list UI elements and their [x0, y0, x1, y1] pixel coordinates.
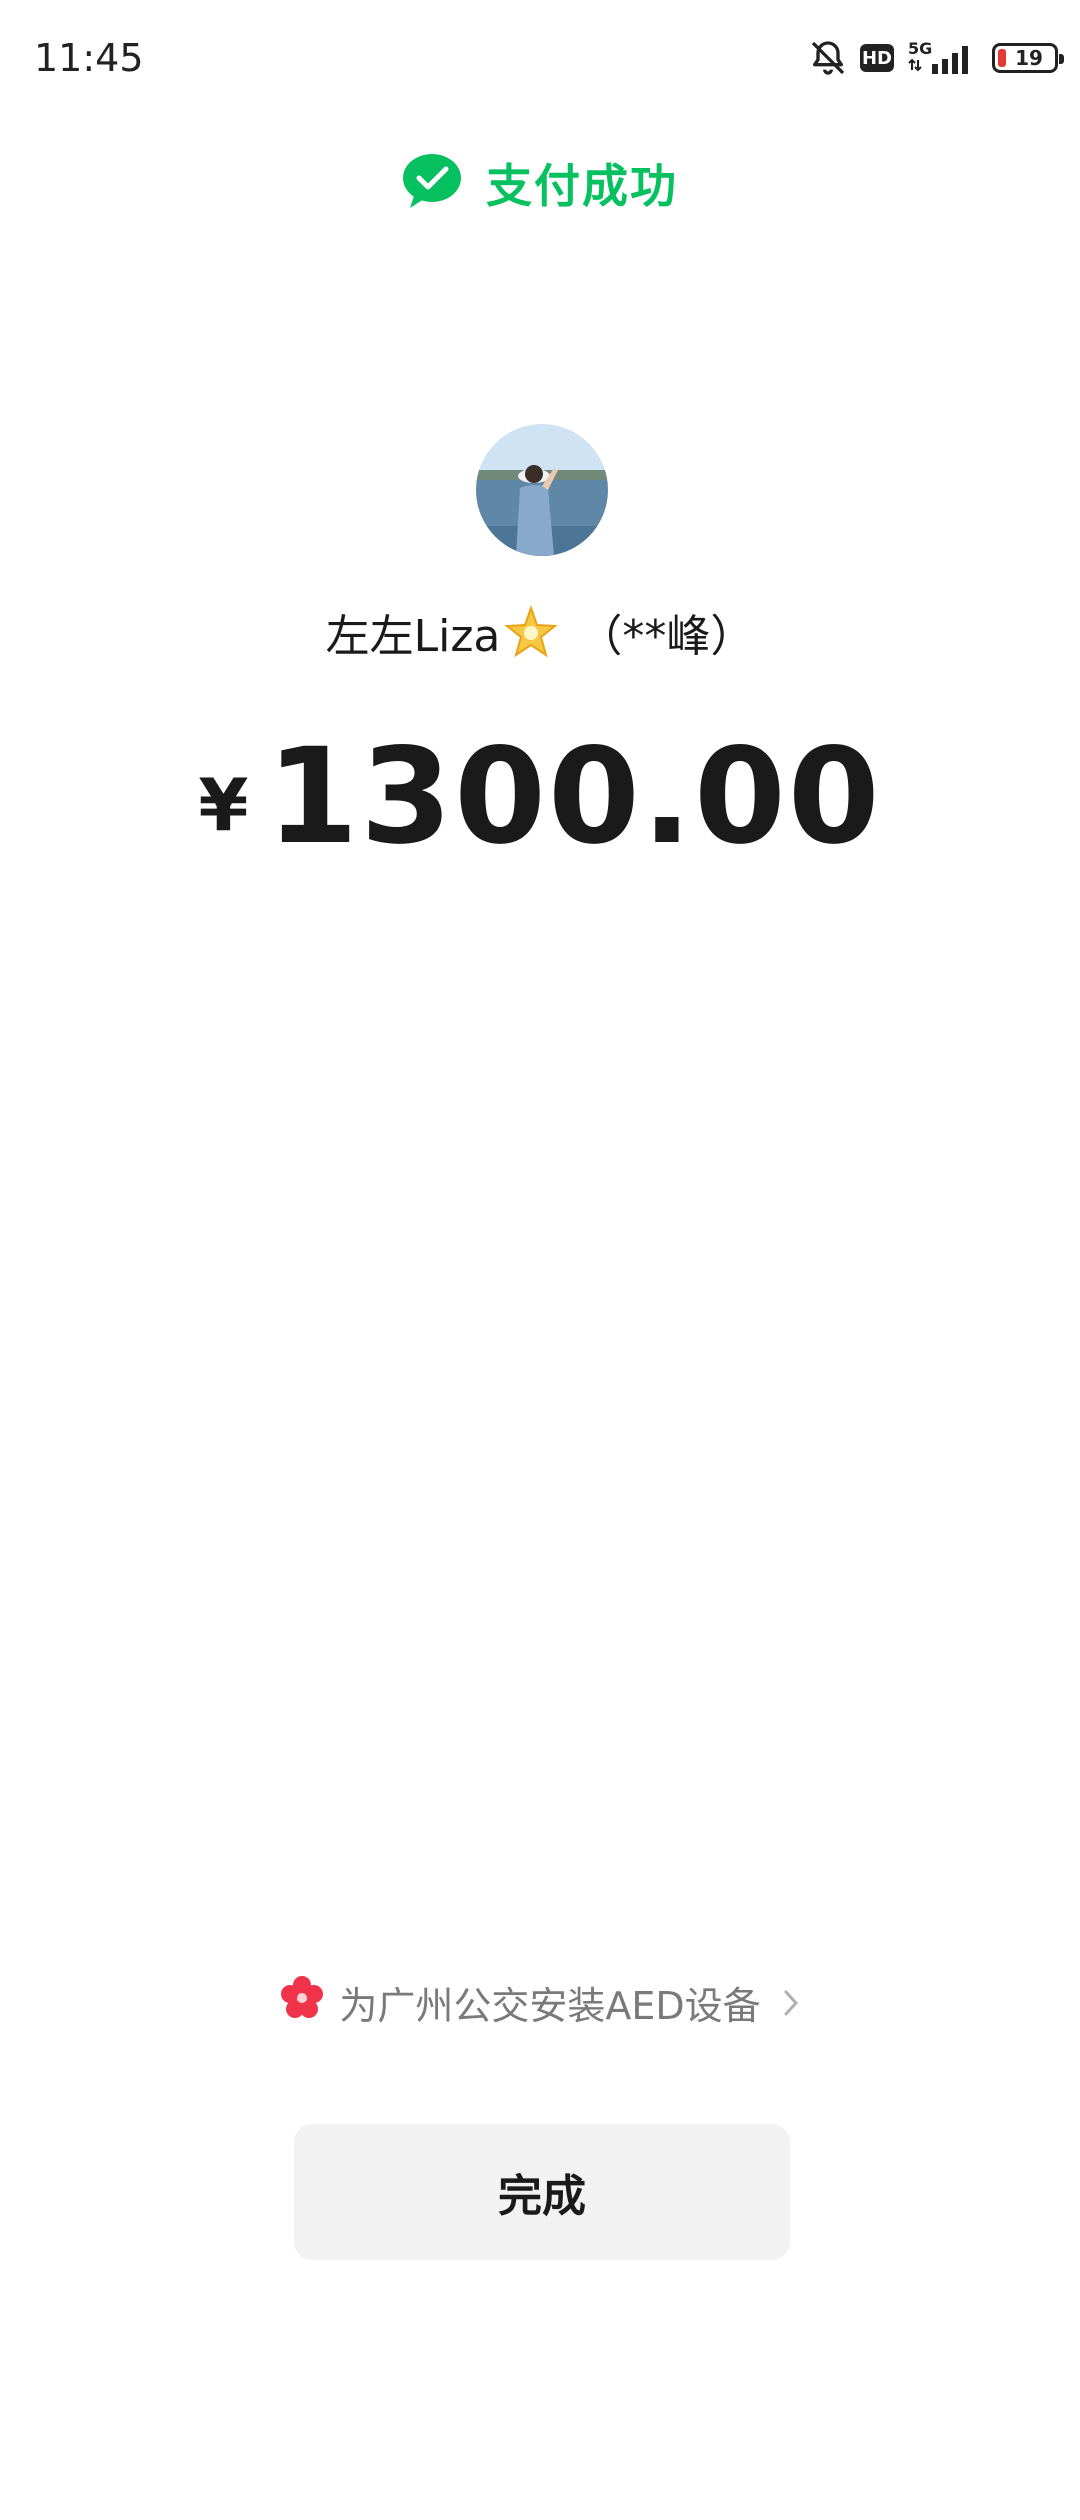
battery-icon: 19	[992, 43, 1064, 73]
network-label: 5G	[908, 39, 932, 58]
done-button[interactable]: 完成	[294, 2124, 790, 2260]
status-bar: 11:45 HD 5G 19	[0, 0, 1080, 120]
success-title: 支付成功	[486, 159, 678, 213]
wechat-pay-check-icon	[402, 152, 464, 214]
status-icons: HD 5G 19	[808, 36, 1064, 80]
currency-symbol: ¥	[198, 763, 249, 847]
promo-link[interactable]: 为广州公交安装AED设备	[0, 1975, 1080, 2030]
signal-5g-icon: 5G	[906, 38, 980, 78]
recipient-masked-realname: （**峰）	[578, 611, 755, 662]
payment-success-header: 支付成功	[0, 150, 1080, 216]
star-icon	[504, 605, 559, 659]
recipient-nickname: 左左Liza	[325, 611, 501, 662]
amount-value: 1300.00	[266, 720, 882, 874]
promo-text: 为广州公交安装AED设备	[339, 1984, 761, 2028]
payment-amount: ¥ 1300.00	[0, 720, 1080, 874]
chevron-right-icon	[781, 1988, 801, 2018]
recipient-avatar	[476, 424, 608, 556]
hd-icon: HD	[860, 44, 894, 72]
battery-text: 19	[1015, 46, 1043, 70]
status-time: 11:45	[34, 36, 144, 80]
recipient-name: 左左Liza （**峰）	[0, 600, 1080, 664]
mute-bell-icon	[808, 38, 848, 78]
flower-icon	[279, 1975, 325, 2030]
